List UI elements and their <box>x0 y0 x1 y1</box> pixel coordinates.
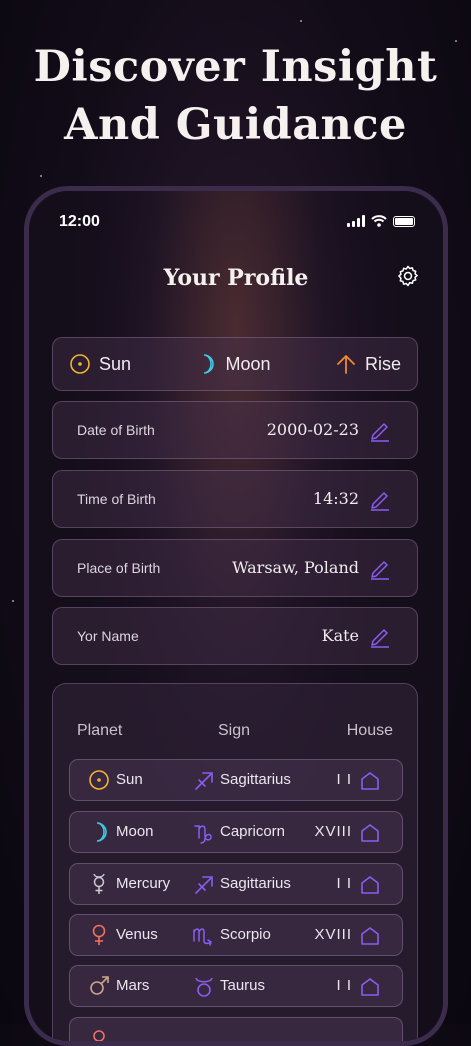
date-of-birth-row[interactable]: Date of Birth 2000-02-23 <box>52 401 418 459</box>
star-decoration <box>12 600 14 602</box>
gear-icon[interactable] <box>395 263 421 289</box>
sun-chip[interactable]: Sun <box>69 353 131 375</box>
planet-table: Planet Sign House Sun Sagittarius I I Mo <box>52 683 418 1041</box>
field-value: Kate <box>321 626 359 645</box>
planet-name: Mercury <box>116 875 171 892</box>
field-label: Yor Name <box>77 628 139 644</box>
star-decoration <box>300 20 302 22</box>
house-number: I I <box>336 977 352 994</box>
field-value: Warsaw, Poland <box>232 558 359 577</box>
sun-icon <box>89 770 109 790</box>
mars-icon <box>90 976 109 995</box>
field-value: 2000-02-23 <box>266 420 359 439</box>
moon-icon <box>204 354 215 374</box>
headline-line-1: Discover Insight <box>33 42 438 92</box>
rise-label: Rise <box>364 353 401 374</box>
sign-name: Sagittarius <box>220 771 291 788</box>
sun-icon <box>70 354 90 374</box>
house-icon <box>361 876 379 894</box>
moon-chip[interactable]: Moon <box>195 353 271 375</box>
table-row[interactable]: Mars Taurus I I <box>69 965 403 1007</box>
table-row[interactable]: Sun Sagittarius I I <box>69 759 403 801</box>
table-row[interactable]: Mercury Sagittarius I I <box>69 863 403 905</box>
house-number: XVIII <box>314 823 352 840</box>
house-icon <box>361 978 379 996</box>
field-label: Time of Birth <box>77 491 156 507</box>
column-header-sign: Sign <box>218 722 251 739</box>
name-row[interactable]: Yor Name Kate <box>52 607 418 665</box>
house-number: XVIII <box>314 926 352 943</box>
table-row[interactable]: Venus Scorpio XVIII <box>69 914 403 956</box>
pencil-icon[interactable] <box>369 624 391 648</box>
scorpio-icon <box>193 928 212 946</box>
arrow-up-icon <box>337 355 355 374</box>
sign-name: Sagittarius <box>220 875 291 892</box>
big-three-card: Sun Moon Rise <box>52 337 418 391</box>
headline-line-2: And Guidance <box>64 100 407 150</box>
sagittarius-icon <box>195 772 213 790</box>
sun-label: Sun <box>99 353 132 374</box>
sagittarius-icon <box>195 876 213 894</box>
table-row[interactable] <box>69 1017 403 1041</box>
moon-icon <box>96 822 107 842</box>
status-time: 12:00 <box>59 213 100 230</box>
sign-name: Scorpio <box>220 926 271 943</box>
time-of-birth-row[interactable]: Time of Birth 14:32 <box>52 470 418 528</box>
pencil-icon[interactable] <box>369 487 391 511</box>
planet-icon <box>93 1030 105 1041</box>
headline: Discover Insight And Guidance <box>0 38 471 154</box>
taurus-icon <box>195 977 213 997</box>
house-number: I I <box>336 875 352 892</box>
phone-frame: 12:00 Your Profile Sun Moon Rise Date of… <box>24 186 448 1046</box>
house-icon <box>361 824 379 842</box>
status-bar: 12:00 <box>29 213 443 233</box>
field-label: Date of Birth <box>77 422 155 438</box>
capricorn-icon <box>194 825 212 844</box>
field-value: 14:32 <box>312 489 359 508</box>
page-title: Your Profile <box>163 265 309 291</box>
pencil-icon[interactable] <box>369 418 391 442</box>
star-decoration <box>40 175 42 177</box>
mercury-icon <box>93 873 105 894</box>
rise-chip[interactable]: Rise <box>335 353 401 375</box>
battery-icon <box>393 215 415 227</box>
pencil-icon[interactable] <box>369 556 391 580</box>
planet-name: Moon <box>116 823 154 840</box>
house-icon <box>361 772 379 790</box>
signal-icon <box>347 215 365 227</box>
place-of-birth-row[interactable]: Place of Birth Warsaw, Poland <box>52 539 418 597</box>
column-header-house: House <box>346 722 393 739</box>
planet-name: Mars <box>116 977 150 994</box>
house-number: I I <box>336 771 352 788</box>
wifi-icon <box>371 215 387 227</box>
planet-name: Venus <box>116 926 158 943</box>
sign-name: Capricorn <box>220 823 286 840</box>
house-icon <box>361 927 379 945</box>
moon-label: Moon <box>225 353 271 374</box>
sign-name: Taurus <box>220 977 266 994</box>
table-row[interactable]: Moon Capricorn XVIII <box>69 811 403 853</box>
column-header-planet: Planet <box>77 722 123 739</box>
field-label: Place of Birth <box>77 560 161 576</box>
venus-icon <box>92 924 106 945</box>
planet-name: Sun <box>116 771 143 788</box>
